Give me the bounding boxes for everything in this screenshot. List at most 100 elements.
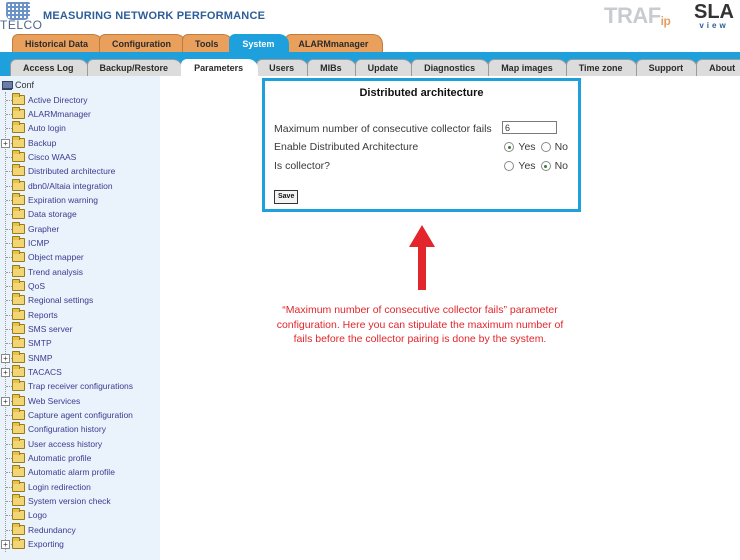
collector-yes-radio[interactable]: [504, 161, 515, 171]
tree-item-label: SMS server: [28, 324, 73, 334]
main-tab-bar: Historical Data Configuration Tools Syst…: [12, 34, 384, 52]
tab-map-images[interactable]: Map images: [488, 59, 568, 76]
logo-text: TELCO: [0, 18, 43, 32]
max-fails-label: Maximum number of consecutive collector …: [274, 123, 492, 135]
traf-sub-text: ip: [660, 14, 671, 28]
tab-access-log[interactable]: Access Log: [10, 59, 89, 76]
collector-yes-label: Yes: [518, 160, 536, 172]
view-text: view: [699, 21, 729, 30]
annotation-arrow-up-icon: [409, 225, 435, 290]
tree-item-label: Web Services: [28, 395, 81, 406]
tree-connector-line: [5, 92, 6, 552]
expand-plus-icon[interactable]: +: [1, 353, 10, 363]
tree-item-label: Automatic alarm profile: [28, 467, 115, 478]
tree-item-label: QoS: [28, 280, 46, 291]
tree-item-label: Regional settings: [28, 295, 94, 306]
folder-icon: [12, 479, 25, 492]
slaview-brand-logo: SLA view: [694, 2, 734, 30]
tree-root-label: Conf: [15, 80, 35, 90]
folder-icon: [12, 494, 25, 507]
expand-plus-icon[interactable]: +: [1, 396, 10, 406]
folder-icon: [12, 106, 25, 119]
tree-item-label: Logo: [28, 510, 47, 521]
tab-about[interactable]: About: [696, 59, 740, 76]
tree-item-label: Backup: [28, 137, 57, 148]
folder-icon: [12, 451, 25, 464]
tree-root-conf[interactable]: Conf: [2, 80, 34, 90]
folder-icon: [12, 264, 25, 277]
folder-icon: [12, 307, 25, 320]
tree-item-label: Login redirection: [28, 481, 91, 492]
folder-icon: [12, 178, 25, 191]
panel-title: Distributed architecture: [359, 87, 484, 99]
tree-item-label: Auto login: [28, 123, 66, 134]
tab-time-zone[interactable]: Time zone: [565, 59, 638, 76]
folder-icon: [12, 250, 25, 263]
tree-item-label: TACACS: [28, 367, 62, 378]
tab-diagnostics[interactable]: Diagnostics: [411, 59, 491, 76]
folder-icon: [12, 522, 25, 535]
tab-tools[interactable]: Tools: [182, 34, 234, 52]
tree-item-label: Configuration history: [28, 424, 106, 435]
save-button[interactable]: Save: [274, 190, 299, 204]
tree-item-label: Data storage: [28, 209, 77, 220]
enable-no-label: No: [554, 141, 568, 153]
tree-item-label: Automatic profile: [28, 453, 92, 464]
tree-item-label: System version check: [28, 496, 111, 507]
arrow-shape: [409, 225, 435, 290]
folder-icon: [12, 537, 25, 550]
tree-item-label: Capture agent configuration: [28, 410, 133, 421]
folder-icon: [12, 149, 25, 162]
tab-support[interactable]: Support: [635, 59, 699, 76]
enable-no-radio[interactable]: [540, 142, 551, 152]
enable-distributed-label: Enable Distributed Architecture: [274, 141, 419, 153]
is-collector-label: Is collector?: [274, 160, 331, 172]
expand-plus-icon[interactable]: +: [1, 368, 10, 378]
traf-text: TRAF: [604, 3, 661, 28]
collector-no-label: No: [554, 160, 568, 172]
folder-icon: [12, 393, 25, 406]
folder-icon: [12, 278, 25, 291]
tab-parameters[interactable]: Parameters: [181, 59, 259, 76]
tab-alarmmanager[interactable]: ALARMmanager: [285, 34, 384, 52]
tab-configuration[interactable]: Configuration: [99, 34, 187, 52]
telco-logo: TELCO: [0, 2, 43, 32]
folder-icon: [12, 221, 25, 234]
expand-plus-icon[interactable]: +: [1, 138, 10, 148]
tree-item-label: SNMP: [28, 352, 53, 363]
sub-tab-bar: Access Log Backup/Restore Parameters Use…: [10, 59, 740, 76]
folder-icon: [12, 379, 25, 392]
tree-item-label: ALARMmanager: [28, 108, 91, 119]
collector-no-radio[interactable]: [540, 161, 551, 171]
folder-icon: [12, 508, 25, 521]
enable-yes-label: Yes: [518, 141, 536, 153]
tree-item-label: Object mapper: [28, 252, 84, 263]
tree-item-label: Cisco WAAS: [28, 151, 77, 162]
folder-icon: [12, 92, 25, 105]
folder-icon: [12, 135, 25, 148]
tree-item-label: Active Directory: [28, 94, 88, 105]
folder-icon: [12, 207, 25, 220]
tab-users[interactable]: Users: [256, 59, 310, 76]
enable-yes-radio[interactable]: [504, 142, 515, 152]
tab-mibs[interactable]: MIBs: [307, 59, 357, 76]
expand-plus-icon[interactable]: +: [1, 540, 10, 550]
folder-icon: [12, 350, 25, 363]
max-fails-input[interactable]: [502, 121, 557, 134]
computer-icon: [2, 80, 13, 90]
tree-item-label: dbn0/Altaia integration: [28, 180, 113, 191]
tree-item-label: SMTP: [28, 338, 52, 349]
folder-icon: [12, 465, 25, 478]
tree-item-label: Grapher: [28, 223, 60, 234]
trafip-brand-logo: TRAFip: [604, 3, 671, 29]
folder-icon: [12, 322, 25, 334]
tree-item-label: Distributed architecture: [28, 166, 116, 177]
tab-backup-restore[interactable]: Backup/Restore: [86, 59, 184, 76]
tab-historical-data[interactable]: Historical Data: [12, 34, 104, 52]
is-collector-radio-group: Yes No: [504, 160, 568, 172]
sla-text: SLA: [694, 1, 734, 23]
folder-icon: [12, 192, 25, 205]
tab-system[interactable]: System: [229, 34, 290, 52]
tab-update[interactable]: Update: [354, 59, 414, 76]
folder-icon: [12, 408, 25, 421]
